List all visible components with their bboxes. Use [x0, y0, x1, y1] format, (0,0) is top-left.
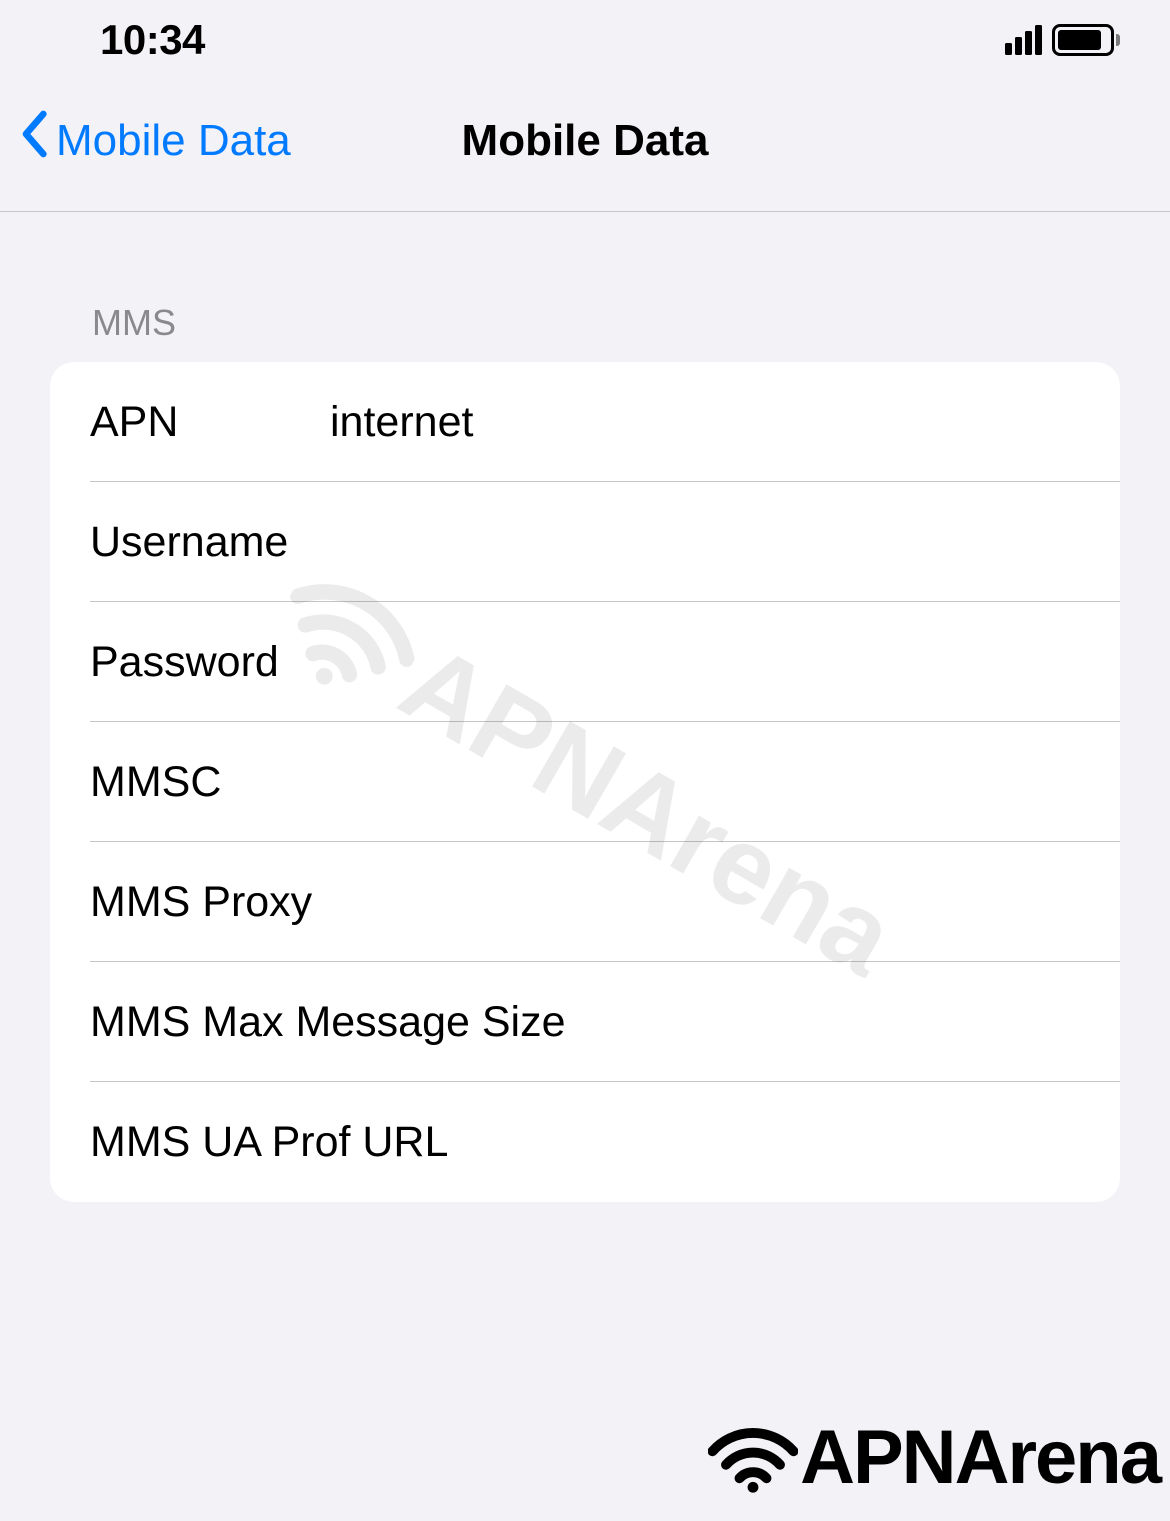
password-row[interactable]: Password: [50, 602, 1120, 722]
mms-proxy-label: MMS Proxy: [90, 878, 330, 927]
watermark-bottom: APNArena: [708, 1414, 1160, 1501]
apn-label: APN: [90, 398, 330, 447]
username-input[interactable]: [330, 518, 1080, 567]
section-header-mms: MMS: [50, 302, 1120, 344]
back-button[interactable]: Mobile Data: [20, 110, 291, 171]
mms-ua-prof-url-label: MMS UA Prof URL: [90, 1118, 448, 1167]
mms-proxy-input[interactable]: [330, 878, 1080, 927]
password-input[interactable]: [330, 638, 1080, 687]
mmsc-input[interactable]: [330, 758, 1080, 807]
cellular-signal-icon: [1005, 25, 1042, 55]
mms-max-size-input[interactable]: [566, 998, 1120, 1047]
status-indicators: [1005, 24, 1120, 56]
mms-ua-prof-url-input[interactable]: [448, 1118, 1080, 1167]
mms-settings-group: APN Username Password MMSC MMS Proxy MMS…: [50, 362, 1120, 1202]
chevron-left-icon: [20, 110, 48, 171]
apn-row[interactable]: APN: [50, 362, 1120, 482]
password-label: Password: [90, 638, 330, 687]
mms-ua-prof-url-row[interactable]: MMS UA Prof URL: [50, 1082, 1120, 1202]
mms-max-size-label: MMS Max Message Size: [90, 998, 566, 1047]
status-time: 10:34: [100, 16, 205, 64]
back-button-label: Mobile Data: [56, 116, 291, 166]
navigation-bar: Mobile Data Mobile Data: [0, 80, 1170, 212]
wifi-icon: [708, 1423, 798, 1493]
username-row[interactable]: Username: [50, 482, 1120, 602]
page-title: Mobile Data: [462, 116, 709, 166]
battery-icon: [1052, 24, 1120, 56]
mms-proxy-row[interactable]: MMS Proxy: [50, 842, 1120, 962]
status-bar: 10:34: [0, 0, 1170, 80]
apn-input[interactable]: [330, 398, 1080, 447]
mms-max-size-row[interactable]: MMS Max Message Size: [50, 962, 1120, 1082]
mmsc-label: MMSC: [90, 758, 330, 807]
username-label: Username: [90, 518, 330, 567]
mmsc-row[interactable]: MMSC: [50, 722, 1120, 842]
